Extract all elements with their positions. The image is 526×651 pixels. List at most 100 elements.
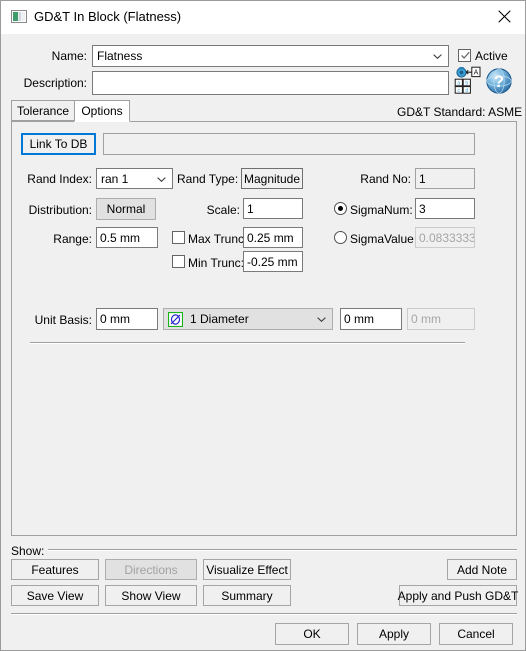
translate-icon: A a b c d	[454, 66, 481, 94]
unit-basis-third-value: 0 mm	[411, 312, 441, 326]
name-label: Name:	[51, 49, 87, 63]
tab-options[interactable]: Options	[74, 100, 130, 122]
close-icon	[497, 10, 511, 23]
visualize-effect-label: Visualize Effect	[206, 562, 288, 577]
active-checkbox[interactable]	[458, 49, 471, 62]
chevron-down-icon	[157, 176, 166, 182]
rand-no-value: 1	[419, 171, 426, 186]
cancel-button[interactable]: Cancel	[439, 623, 513, 645]
scale-label: Scale:	[206, 203, 240, 217]
tab-options-label: Options	[81, 104, 123, 118]
diameter-symbol-icon	[167, 311, 184, 328]
rand-type-label: Rand Type:	[177, 172, 239, 186]
visualize-effect-button[interactable]: Visualize Effect	[203, 559, 291, 580]
rand-type-button[interactable]: Magnitude	[241, 168, 303, 189]
max-trunc-checkbox[interactable]	[172, 231, 185, 244]
scale-input[interactable]: 1	[243, 198, 303, 219]
save-view-button[interactable]: Save View	[11, 585, 99, 606]
range-label: Range:	[53, 232, 92, 246]
range-input[interactable]: 0.5 mm	[96, 227, 158, 248]
features-label: Features	[31, 562, 79, 577]
summary-label: Summary	[221, 588, 273, 603]
unit-basis-second-input[interactable]: 0 mm	[340, 308, 402, 330]
rand-index-value: ran 1	[101, 171, 129, 186]
rand-index-label: Rand Index:	[27, 172, 92, 186]
unit-basis-label: Unit Basis:	[34, 313, 92, 327]
min-trunc-input[interactable]: -0.25 mm	[243, 251, 303, 272]
show-view-button[interactable]: Show View	[105, 585, 197, 606]
help-globe-icon: ?	[486, 68, 512, 94]
distribution-label: Distribution:	[28, 203, 92, 217]
unit-basis-second-value: 0 mm	[344, 312, 374, 326]
apply-label: Apply	[378, 627, 410, 641]
max-trunc-value: 0.25 mm	[247, 230, 294, 245]
directions-button: Directions	[105, 559, 197, 580]
rand-index-combo[interactable]: ran 1	[96, 168, 173, 189]
close-button[interactable]	[481, 1, 525, 32]
tab-tolerance[interactable]: Tolerance	[11, 100, 75, 121]
unit-basis-third-input: 0 mm	[407, 308, 475, 330]
gdt-standard-label: GD&T Standard: ASME	[397, 105, 523, 119]
save-view-label: Save View	[26, 588, 84, 603]
sigmavalue-label: SigmaValue:	[350, 232, 418, 246]
show-group-label: Show:	[11, 544, 45, 558]
footer-separator	[11, 613, 517, 615]
description-label: Description:	[23, 76, 87, 90]
min-trunc-value: -0.25 mm	[247, 254, 298, 269]
svg-text:?: ?	[494, 72, 504, 91]
unit-basis-type-combo[interactable]: 1 Diameter	[163, 308, 333, 330]
max-trunc-label: Max Trunc:	[188, 232, 248, 246]
link-to-db-input[interactable]	[103, 133, 475, 155]
rand-no-input[interactable]: 1	[415, 168, 475, 189]
apply-and-push-gdt-label: Apply and Push GD&T	[397, 588, 519, 603]
features-button[interactable]: Features	[11, 559, 99, 580]
max-trunc-input[interactable]: 0.25 mm	[243, 227, 303, 248]
sigmanum-label: SigmaNum:	[350, 203, 413, 217]
gdt-in-block-dialog: GD&T In Block (Flatness) Name: Flatness …	[0, 0, 526, 651]
rand-no-label: Rand No:	[360, 172, 411, 186]
unit-basis-value: 0 mm	[100, 312, 130, 326]
svg-text:d: d	[465, 88, 468, 94]
range-value: 0.5 mm	[100, 230, 141, 245]
description-input[interactable]	[92, 71, 449, 95]
sigmavalue-input: 0.0833333	[415, 227, 475, 248]
ok-label: OK	[303, 627, 321, 641]
distribution-button[interactable]: Normal	[96, 198, 156, 220]
svg-text:b: b	[465, 81, 468, 87]
scale-value: 1	[247, 201, 254, 216]
sigmavalue-value: 0.0833333	[419, 230, 475, 245]
panel-separator	[30, 342, 465, 344]
unit-basis-input[interactable]: 0 mm	[96, 308, 158, 330]
add-note-button[interactable]: Add Note	[447, 559, 517, 580]
min-trunc-label: Min Trunc:	[188, 256, 245, 270]
tab-tolerance-label: Tolerance	[16, 103, 70, 118]
radio-dot	[338, 206, 343, 211]
svg-text:a: a	[457, 81, 460, 87]
min-trunc-checkbox[interactable]	[172, 255, 185, 268]
svg-text:A: A	[474, 69, 479, 76]
sigmanum-value: 3	[419, 201, 426, 216]
directions-label: Directions	[124, 562, 178, 577]
window-title: GD&T In Block (Flatness)	[34, 9, 182, 24]
window-app-icon	[11, 9, 27, 25]
cancel-label: Cancel	[457, 627, 495, 641]
sigmanum-radio[interactable]	[334, 202, 347, 215]
show-view-label: Show View	[121, 588, 181, 603]
chevron-down-icon	[317, 317, 326, 322]
link-to-db-button[interactable]: Link To DB	[21, 133, 96, 155]
active-label: Active	[475, 49, 508, 63]
apply-and-push-gdt-button[interactable]: Apply and Push GD&T	[397, 585, 519, 606]
unit-basis-type-value: 1 Diameter	[190, 312, 249, 326]
title-bar: GD&T In Block (Flatness)	[1, 1, 525, 34]
name-combo-value: Flatness	[97, 49, 143, 63]
link-to-db-label: Link To DB	[29, 137, 88, 151]
rand-type-value: Magnitude	[243, 171, 301, 186]
summary-button[interactable]: Summary	[203, 585, 291, 606]
help-icon-button[interactable]: ?	[485, 66, 513, 96]
sigmanum-input[interactable]: 3	[415, 198, 475, 219]
sigmavalue-radio[interactable]	[334, 231, 347, 244]
translate-icon-button[interactable]: A a b c d	[454, 66, 482, 96]
apply-button[interactable]: Apply	[357, 623, 431, 645]
ok-button[interactable]: OK	[275, 623, 349, 645]
name-combo[interactable]: Flatness	[92, 45, 449, 67]
